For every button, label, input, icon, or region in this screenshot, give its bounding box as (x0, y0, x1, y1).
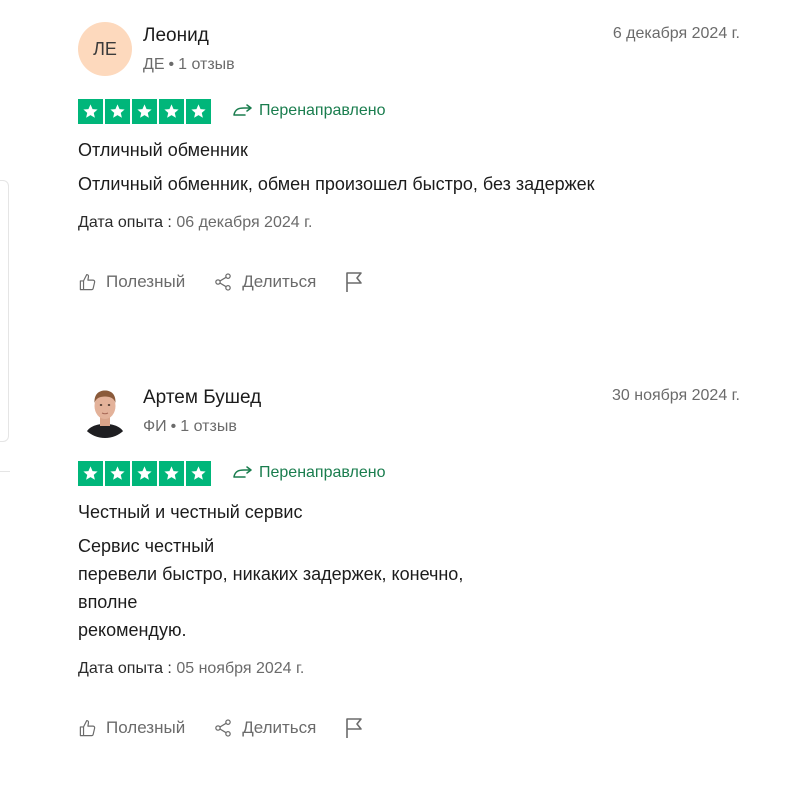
flag-icon (346, 718, 363, 738)
experience-date-value: 05 ноября 2024 г. (176, 660, 305, 677)
reviewer-name[interactable]: Леонид (143, 25, 209, 47)
review-title[interactable]: Отличный обменник (78, 138, 742, 162)
reviewer-country: ФИ (143, 418, 167, 435)
reviewer-country: ДЕ (143, 56, 165, 73)
review-header: ЛЕ Леонид ДЕ • 1 отзыв 6 декабря 2024 г. (78, 22, 742, 80)
review-card: Артем Бушед ФИ • 1 отзыв 30 ноября 2024 г.… (78, 384, 742, 740)
avatar[interactable]: ЛЕ (78, 22, 132, 76)
avatar-photo (78, 384, 132, 438)
review-title[interactable]: Честный и честный сервис (78, 500, 742, 524)
side-panel-edge (0, 180, 9, 442)
share-button[interactable]: Делиться (213, 718, 316, 738)
star-icon (105, 460, 130, 486)
useful-button[interactable]: Полезный (78, 718, 185, 738)
star-icon (78, 460, 103, 486)
divider (0, 471, 10, 472)
redirect-arrow-icon (233, 104, 252, 116)
share-icon (215, 273, 231, 291)
share-label: Делиться (242, 272, 317, 291)
report-button[interactable] (344, 271, 364, 293)
star-rating (78, 460, 211, 486)
experience-date-label: Дата опыта : (78, 214, 172, 231)
review-date: 30 ноября 2024 г. (612, 387, 740, 404)
reviewer-meta: ФИ • 1 отзыв (143, 418, 237, 436)
redirected-badge[interactable]: Перенаправлено (233, 102, 386, 120)
avatar[interactable] (78, 384, 132, 438)
useful-label: Полезный (106, 718, 186, 737)
star-icon (186, 460, 211, 486)
redirect-arrow-icon (233, 466, 252, 478)
star-icon (186, 98, 211, 124)
share-label: Делиться (242, 718, 317, 737)
star-icon (159, 460, 184, 486)
reviewer-meta: ДЕ • 1 отзыв (143, 56, 235, 74)
review-actions: Полезный Делиться (78, 270, 742, 294)
redirected-badge[interactable]: Перенаправлено (233, 464, 386, 482)
star-icon (132, 460, 157, 486)
redirected-label: Перенаправлено (259, 102, 386, 119)
reviewer-review-count: 1 отзыв (178, 56, 235, 73)
star-icon (105, 98, 130, 124)
review-date: 6 декабря 2024 г. (612, 25, 740, 42)
avatar-initials: ЛЕ (93, 38, 117, 59)
review-body-line: Сервис честный (78, 536, 215, 556)
star-icon (132, 98, 157, 124)
star-icon (78, 98, 103, 124)
thumbs-up-icon (79, 719, 96, 736)
review-body: Сервис честный перевели быстро, никаких … (78, 532, 742, 644)
review-body-line: Отличный обменник, обмен произошел быстр… (78, 174, 595, 194)
share-icon (215, 719, 231, 737)
review-card: ЛЕ Леонид ДЕ • 1 отзыв 6 декабря 2024 г. П… (78, 22, 742, 294)
review-header: Артем Бушед ФИ • 1 отзыв 30 ноября 2024 г. (78, 384, 742, 442)
rating-row: Перенаправлено (78, 98, 742, 124)
review-body-line: вполне (78, 592, 138, 612)
experience-date-label: Дата опыта : (78, 660, 172, 677)
star-icon (159, 98, 184, 124)
useful-label: Полезный (106, 272, 186, 291)
experience-date: Дата опыта : 06 декабря 2024 г. (78, 214, 742, 232)
review-body-line: перевели быстро, никаких задержек, конеч… (78, 564, 464, 584)
report-button[interactable] (344, 717, 364, 739)
experience-date-value: 06 декабря 2024 г. (176, 214, 313, 231)
flag-icon (346, 272, 363, 292)
review-actions: Полезный Делиться (78, 716, 742, 740)
share-button[interactable]: Делиться (213, 272, 316, 292)
rating-row: Перенаправлено (78, 460, 742, 486)
experience-date: Дата опыта : 05 ноября 2024 г. (78, 660, 742, 678)
review-body-line: рекомендую. (78, 620, 187, 640)
separator-dot: • (170, 418, 177, 435)
separator-dot: • (168, 56, 175, 73)
useful-button[interactable]: Полезный (78, 272, 185, 292)
reviewer-name[interactable]: Артем Бушед (143, 387, 261, 409)
reviewer-review-count: 1 отзыв (180, 418, 237, 435)
redirected-label: Перенаправлено (259, 464, 386, 481)
review-body: Отличный обменник, обмен произошел быстр… (78, 170, 742, 198)
star-rating (78, 98, 211, 124)
thumbs-up-icon (79, 273, 96, 290)
